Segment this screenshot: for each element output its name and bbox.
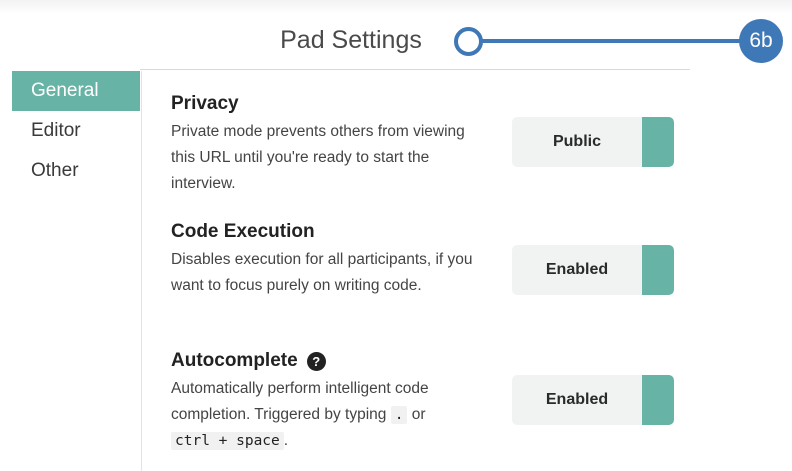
- autocomplete-description-text: Automatically perform intelligent code c…: [171, 380, 429, 423]
- privacy-title: Privacy: [171, 93, 239, 114]
- title-divider: [140, 69, 690, 70]
- pad-settings-screen: Pad Settings 6b General Editor Other Pri…: [0, 0, 792, 471]
- code-execution-title: Code Execution: [171, 221, 315, 242]
- autocomplete-title-row: Autocomplete ?: [171, 348, 691, 374]
- sidebar-divider: [141, 71, 142, 471]
- autocomplete-toggle-knob[interactable]: [642, 375, 674, 425]
- autocomplete-description-end: .: [283, 432, 289, 449]
- code-execution-toggle-knob[interactable]: [642, 245, 674, 295]
- autocomplete-toggle[interactable]: Enabled: [512, 375, 674, 425]
- autocomplete-setting: Autocomplete ? Automatically perform int…: [171, 348, 691, 454]
- autocomplete-toggle-label: Enabled: [545, 391, 609, 408]
- callout-line: [480, 39, 750, 43]
- code-execution-toggle[interactable]: Enabled: [512, 245, 674, 295]
- privacy-toggle-knob[interactable]: [642, 117, 674, 167]
- privacy-toggle[interactable]: Public: [512, 117, 674, 167]
- code-execution-description: Disables execution for all participants,…: [171, 251, 473, 294]
- privacy-toggle-label: Public: [552, 133, 601, 150]
- code-dot: .: [390, 406, 408, 424]
- settings-sidebar: General Editor Other: [12, 71, 140, 471]
- page-title: Pad Settings: [280, 26, 422, 54]
- code-execution-toggle-label: Enabled: [545, 261, 609, 278]
- privacy-setting: Privacy Private mode prevents others fro…: [171, 91, 691, 197]
- callout-ring-icon: [454, 27, 483, 56]
- sidebar-item-general[interactable]: General: [12, 71, 140, 111]
- privacy-description: Private mode prevents others from viewin…: [171, 123, 465, 192]
- autocomplete-description-or: or: [411, 406, 426, 423]
- callout-badge: 6b: [739, 19, 783, 63]
- help-icon[interactable]: ?: [306, 351, 326, 371]
- autocomplete-description: Automatically perform intelligent code c…: [171, 376, 491, 454]
- autocomplete-title: Autocomplete: [171, 350, 298, 371]
- sidebar-item-other[interactable]: Other: [12, 151, 140, 191]
- sidebar-item-editor[interactable]: Editor: [12, 111, 140, 151]
- top-fade: [0, 0, 792, 14]
- code-shortcut: ctrl + space: [171, 432, 284, 450]
- code-execution-setting: Code Execution Disables execution for al…: [171, 219, 691, 299]
